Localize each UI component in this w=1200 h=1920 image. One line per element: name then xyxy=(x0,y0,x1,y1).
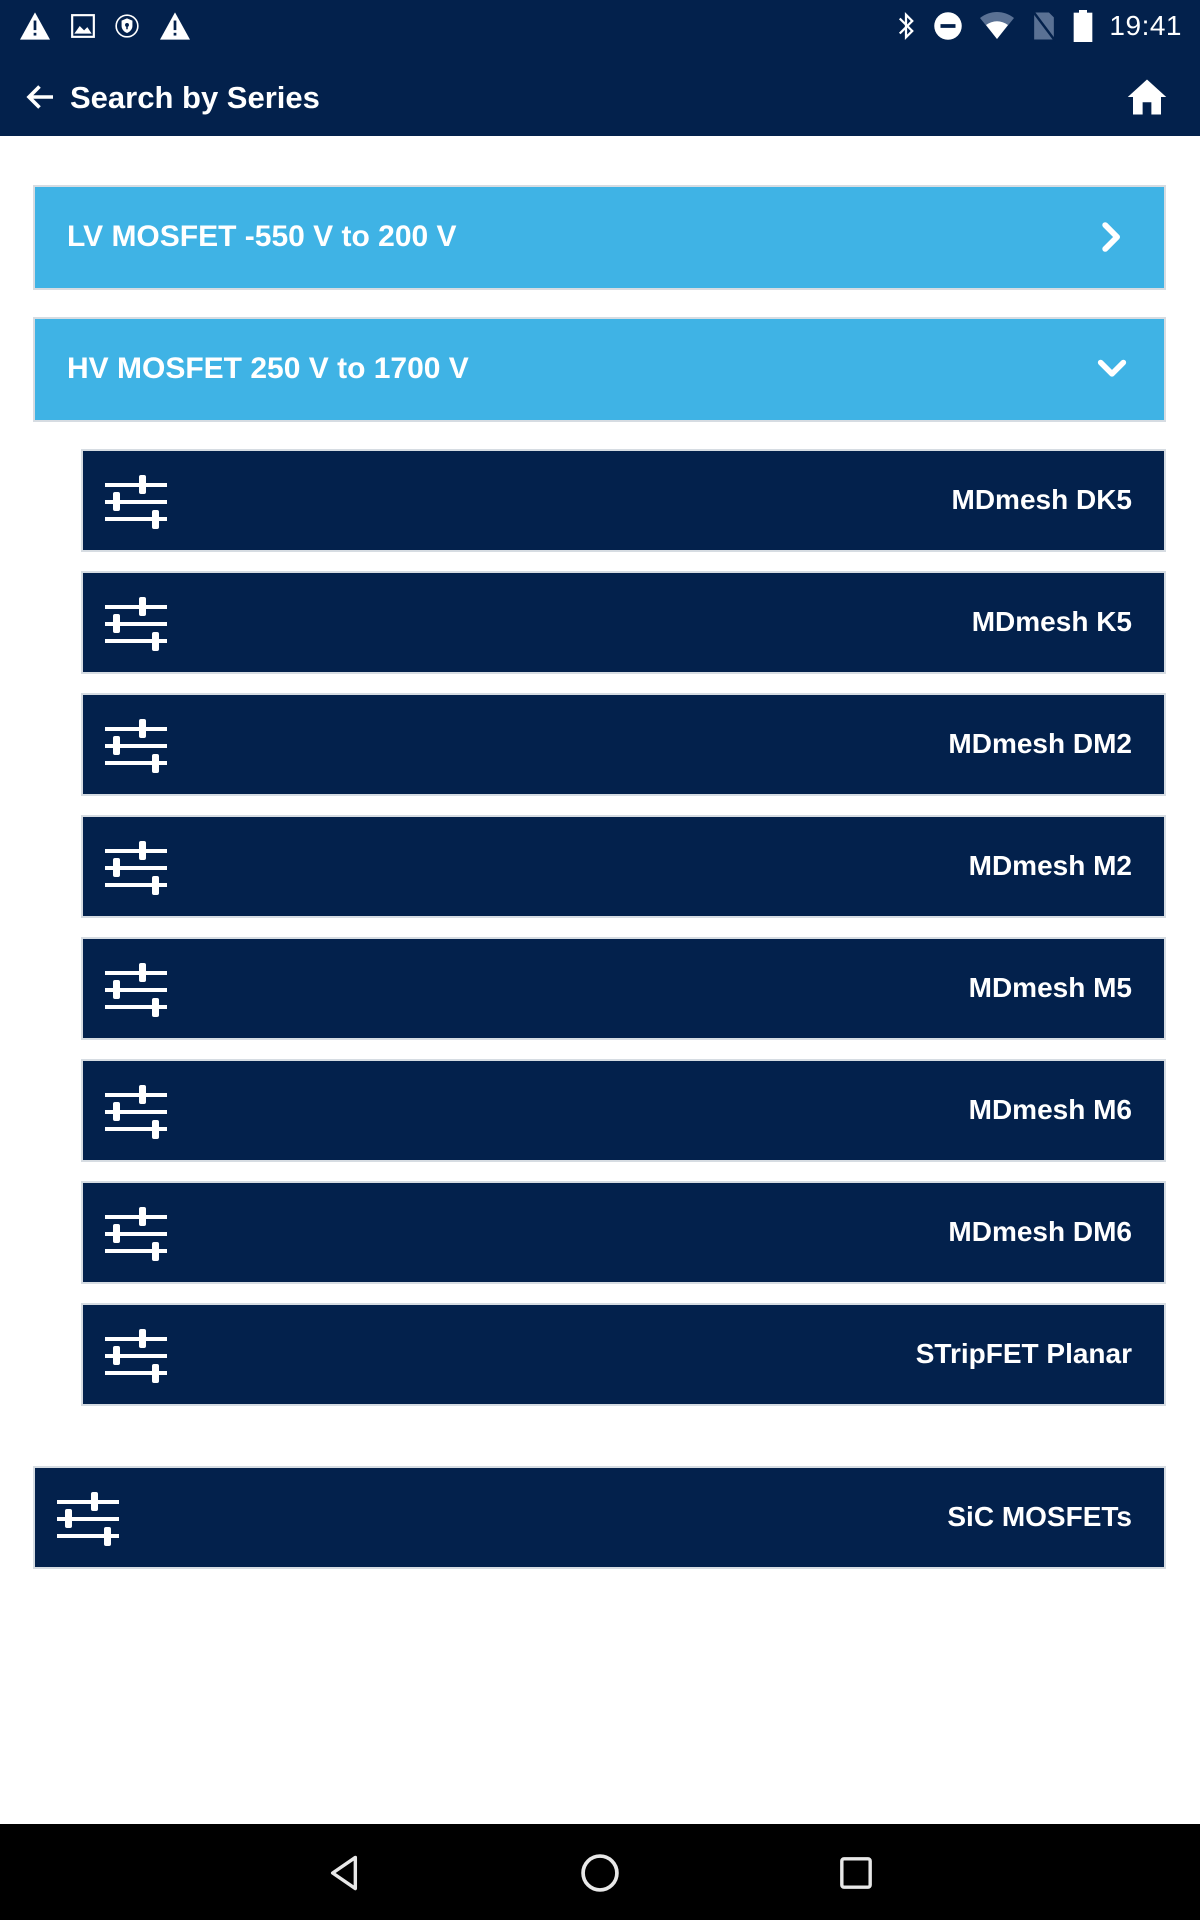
series-label: MDmesh DM2 xyxy=(948,728,1132,759)
wifi-icon xyxy=(980,12,1015,39)
series-item[interactable]: MDmesh K5 xyxy=(81,571,1166,674)
series-item[interactable]: MDmesh M2 xyxy=(81,815,1166,918)
category-lv-mosfet[interactable]: LV MOSFET -550 V to 200 V xyxy=(33,185,1166,290)
status-bar: 19:41 xyxy=(0,0,1200,64)
sliders-icon xyxy=(105,1083,167,1141)
series-label: STripFET Planar xyxy=(915,1338,1132,1369)
warning-icon xyxy=(160,12,190,40)
series-label: MDmesh M6 xyxy=(968,1094,1132,1125)
series-item[interactable]: MDmesh DM6 xyxy=(81,1181,1166,1284)
do-not-disturb-icon xyxy=(934,12,963,40)
series-label: MDmesh K5 xyxy=(971,606,1132,637)
status-bar-system: 19:41 xyxy=(895,6,1182,46)
chevron-right-icon xyxy=(1092,217,1132,257)
image-icon xyxy=(71,14,95,38)
nav-back-button[interactable] xyxy=(319,1848,369,1898)
sliders-icon xyxy=(105,1205,167,1263)
sliders-icon xyxy=(57,1490,119,1548)
home-button[interactable] xyxy=(1120,70,1174,124)
arrow-back-icon xyxy=(26,85,53,109)
home-circle-icon xyxy=(581,1854,619,1892)
sliders-icon xyxy=(105,1327,167,1385)
sliders-icon xyxy=(105,595,167,653)
sliders-icon xyxy=(105,473,167,531)
vpn-shield-icon xyxy=(115,14,139,38)
series-item-sic-mosfets[interactable]: SiC MOSFETs xyxy=(33,1466,1166,1569)
system-nav-bar xyxy=(0,1824,1200,1920)
series-item[interactable]: MDmesh DK5 xyxy=(81,449,1166,552)
app-bar: Search by Series xyxy=(0,64,1200,136)
series-item[interactable]: STripFET Planar xyxy=(81,1303,1166,1406)
bluetooth-icon xyxy=(899,12,915,40)
sliders-icon xyxy=(105,839,167,897)
series-label: MDmesh DK5 xyxy=(951,484,1132,515)
back-button[interactable] xyxy=(18,74,64,120)
nav-home-button[interactable] xyxy=(575,1848,625,1898)
series-label: MDmesh DM6 xyxy=(948,1216,1132,1247)
recents-square-icon xyxy=(840,1857,872,1889)
series-label: MDmesh M5 xyxy=(968,972,1132,1003)
no-sim-icon xyxy=(1032,10,1057,42)
category-hv-mosfet[interactable]: HV MOSFET 250 V to 1700 V xyxy=(33,317,1166,422)
nav-recents-button[interactable] xyxy=(831,1848,881,1898)
series-label: SiC MOSFETs xyxy=(947,1501,1132,1532)
sliders-icon xyxy=(105,961,167,1019)
home-icon xyxy=(1127,79,1167,115)
chevron-down-icon xyxy=(1092,349,1132,389)
series-item[interactable]: MDmesh M6 xyxy=(81,1059,1166,1162)
series-label: MDmesh M2 xyxy=(968,850,1132,881)
battery-icon xyxy=(1074,10,1093,42)
category-label: LV MOSFET -550 V to 200 V xyxy=(67,220,457,253)
category-label: HV MOSFET 250 V to 1700 V xyxy=(67,352,469,385)
series-item[interactable]: MDmesh DM2 xyxy=(81,693,1166,796)
sliders-icon xyxy=(105,717,167,775)
status-bar-notifications xyxy=(18,8,192,44)
back-triangle-icon xyxy=(330,1855,358,1891)
clock: 19:41 xyxy=(1109,10,1182,41)
page-title: Search by Series xyxy=(70,80,320,115)
series-item[interactable]: MDmesh M5 xyxy=(81,937,1166,1040)
warning-icon xyxy=(20,12,50,40)
